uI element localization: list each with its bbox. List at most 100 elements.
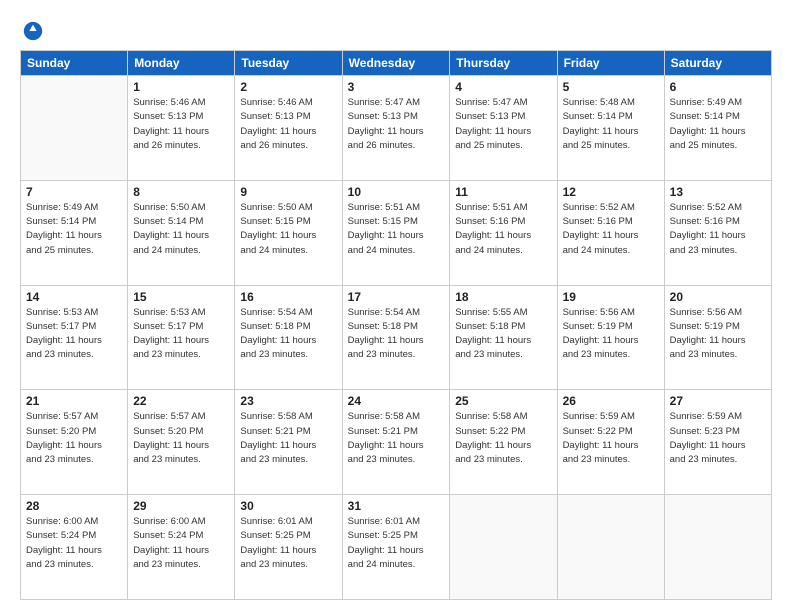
calendar-header-sunday: Sunday [21,51,128,76]
calendar-cell: 11 Sunrise: 5:51 AM Sunset: 5:16 PM Dayli… [450,180,557,285]
day-info: Sunrise: 5:52 AM Sunset: 5:16 PM Dayligh… [670,201,766,258]
calendar-cell: 31 Sunrise: 6:01 AM Sunset: 5:25 PM Dayli… [342,495,450,600]
day-number: 5 [563,80,659,94]
calendar-header-monday: Monday [128,51,235,76]
calendar-cell: 14 Sunrise: 5:53 AM Sunset: 5:17 PM Dayli… [21,285,128,390]
day-number: 22 [133,394,229,408]
day-info: Sunrise: 5:49 AM Sunset: 5:14 PM Dayligh… [670,96,766,153]
day-number: 8 [133,185,229,199]
day-number: 25 [455,394,551,408]
day-number: 28 [26,499,122,513]
day-number: 4 [455,80,551,94]
page: SundayMondayTuesdayWednesdayThursdayFrid… [0,0,792,612]
day-info: Sunrise: 5:57 AM Sunset: 5:20 PM Dayligh… [26,410,122,467]
calendar-cell: 26Sunrise: 5:59 AM Sunset: 5:22 PM Dayli… [557,390,664,495]
calendar-cell: 2 Sunrise: 5:46 AM Sunset: 5:13 PM Daylig… [235,76,342,181]
day-info: Sunrise: 5:58 AM Sunset: 5:22 PM Dayligh… [455,410,551,467]
day-number: 31 [348,499,445,513]
calendar-cell: 6 Sunrise: 5:49 AM Sunset: 5:14 PM Daylig… [664,76,771,181]
day-info: Sunrise: 6:01 AM Sunset: 5:25 PM Dayligh… [240,515,336,572]
day-info: Sunrise: 5:55 AM Sunset: 5:18 PM Dayligh… [455,306,551,363]
day-number: 14 [26,290,122,304]
day-number: 20 [670,290,766,304]
calendar-cell: 20 Sunrise: 5:56 AM Sunset: 5:19 PM Dayli… [664,285,771,390]
day-number: 17 [348,290,445,304]
day-number: 13 [670,185,766,199]
calendar-cell: 12Sunrise: 5:52 AM Sunset: 5:16 PM Dayli… [557,180,664,285]
calendar-cell: 9 Sunrise: 5:50 AM Sunset: 5:15 PM Daylig… [235,180,342,285]
day-number: 18 [455,290,551,304]
calendar-week-5: 28 Sunrise: 6:00 AM Sunset: 5:24 PM Dayli… [21,495,772,600]
day-number: 24 [348,394,445,408]
day-number: 9 [240,185,336,199]
calendar-table: SundayMondayTuesdayWednesdayThursdayFrid… [20,50,772,600]
logo-icon [22,20,44,42]
day-info: Sunrise: 5:46 AM Sunset: 5:13 PM Dayligh… [240,96,336,153]
day-number: 29 [133,499,229,513]
calendar-cell: 17 Sunrise: 5:54 AM Sunset: 5:18 PM Dayli… [342,285,450,390]
calendar-cell [557,495,664,600]
calendar-cell: 25 Sunrise: 5:58 AM Sunset: 5:22 PM Dayli… [450,390,557,495]
calendar-cell: 5 Sunrise: 5:48 AM Sunset: 5:14 PM Daylig… [557,76,664,181]
day-number: 16 [240,290,336,304]
day-info: Sunrise: 5:51 AM Sunset: 5:15 PM Dayligh… [348,201,445,258]
day-number: 2 [240,80,336,94]
day-info: Sunrise: 5:49 AM Sunset: 5:14 PM Dayligh… [26,201,122,258]
day-info: Sunrise: 5:54 AM Sunset: 5:18 PM Dayligh… [348,306,445,363]
day-number: 15 [133,290,229,304]
day-number: 21 [26,394,122,408]
calendar-cell: 7 Sunrise: 5:49 AM Sunset: 5:14 PM Daylig… [21,180,128,285]
calendar-cell: 27 Sunrise: 5:59 AM Sunset: 5:23 PM Dayli… [664,390,771,495]
day-info: Sunrise: 5:56 AM Sunset: 5:19 PM Dayligh… [563,306,659,363]
logo [20,20,44,42]
day-info: Sunrise: 5:57 AM Sunset: 5:20 PM Dayligh… [133,410,229,467]
calendar-cell: 30 Sunrise: 6:01 AM Sunset: 5:25 PM Dayli… [235,495,342,600]
day-info: Sunrise: 5:59 AM Sunset: 5:23 PM Dayligh… [670,410,766,467]
day-number: 10 [348,185,445,199]
calendar-header-saturday: Saturday [664,51,771,76]
calendar-week-3: 14 Sunrise: 5:53 AM Sunset: 5:17 PM Dayli… [21,285,772,390]
day-info: Sunrise: 5:58 AM Sunset: 5:21 PM Dayligh… [240,410,336,467]
day-info: Sunrise: 5:50 AM Sunset: 5:15 PM Dayligh… [240,201,336,258]
calendar-cell: 8 Sunrise: 5:50 AM Sunset: 5:14 PM Daylig… [128,180,235,285]
day-info: Sunrise: 5:53 AM Sunset: 5:17 PM Dayligh… [26,306,122,363]
calendar-cell: 10 Sunrise: 5:51 AM Sunset: 5:15 PM Dayli… [342,180,450,285]
calendar-cell: 1Sunrise: 5:46 AM Sunset: 5:13 PM Daylig… [128,76,235,181]
calendar-cell: 15Sunrise: 5:53 AM Sunset: 5:17 PM Dayli… [128,285,235,390]
day-info: Sunrise: 5:56 AM Sunset: 5:19 PM Dayligh… [670,306,766,363]
day-info: Sunrise: 6:00 AM Sunset: 5:24 PM Dayligh… [26,515,122,572]
day-info: Sunrise: 5:52 AM Sunset: 5:16 PM Dayligh… [563,201,659,258]
day-number: 30 [240,499,336,513]
day-number: 19 [563,290,659,304]
calendar-cell: 22 Sunrise: 5:57 AM Sunset: 5:20 PM Dayli… [128,390,235,495]
calendar-header-thursday: Thursday [450,51,557,76]
calendar-week-1: 1 Sunrise: 5:46 AM Sunset: 5:13 PM Daylig… [21,76,772,181]
day-info: Sunrise: 5:47 AM Sunset: 5:13 PM Dayligh… [348,96,445,153]
day-number: 11 [455,185,551,199]
day-info: Sunrise: 5:50 AM Sunset: 5:14 PM Dayligh… [133,201,229,258]
day-info: Sunrise: 6:01 AM Sunset: 5:25 PM Dayligh… [348,515,445,572]
calendar-cell: 3Sunrise: 5:47 AM Sunset: 5:13 PM Daylig… [342,76,450,181]
calendar-cell: 19 Sunrise: 5:56 AM Sunset: 5:19 PM Dayli… [557,285,664,390]
calendar-cell: 21 Sunrise: 5:57 AM Sunset: 5:20 PM Dayli… [21,390,128,495]
day-number: 1 [133,80,229,94]
calendar-cell: 16Sunrise: 5:54 AM Sunset: 5:18 PM Dayli… [235,285,342,390]
day-number: 6 [670,80,766,94]
day-info: Sunrise: 5:47 AM Sunset: 5:13 PM Dayligh… [455,96,551,153]
calendar-cell: 29Sunrise: 6:00 AM Sunset: 5:24 PM Dayli… [128,495,235,600]
calendar-cell [450,495,557,600]
calendar-cell: 24Sunrise: 5:58 AM Sunset: 5:21 PM Dayli… [342,390,450,495]
calendar-cell: 23 Sunrise: 5:58 AM Sunset: 5:21 PM Dayli… [235,390,342,495]
day-number: 27 [670,394,766,408]
day-info: Sunrise: 5:51 AM Sunset: 5:16 PM Dayligh… [455,201,551,258]
calendar-cell [664,495,771,600]
day-number: 23 [240,394,336,408]
calendar-week-2: 7 Sunrise: 5:49 AM Sunset: 5:14 PM Daylig… [21,180,772,285]
header [20,16,772,42]
day-info: Sunrise: 5:48 AM Sunset: 5:14 PM Dayligh… [563,96,659,153]
day-number: 26 [563,394,659,408]
day-number: 7 [26,185,122,199]
calendar-cell: 4 Sunrise: 5:47 AM Sunset: 5:13 PM Daylig… [450,76,557,181]
calendar-header-tuesday: Tuesday [235,51,342,76]
calendar-cell [21,76,128,181]
